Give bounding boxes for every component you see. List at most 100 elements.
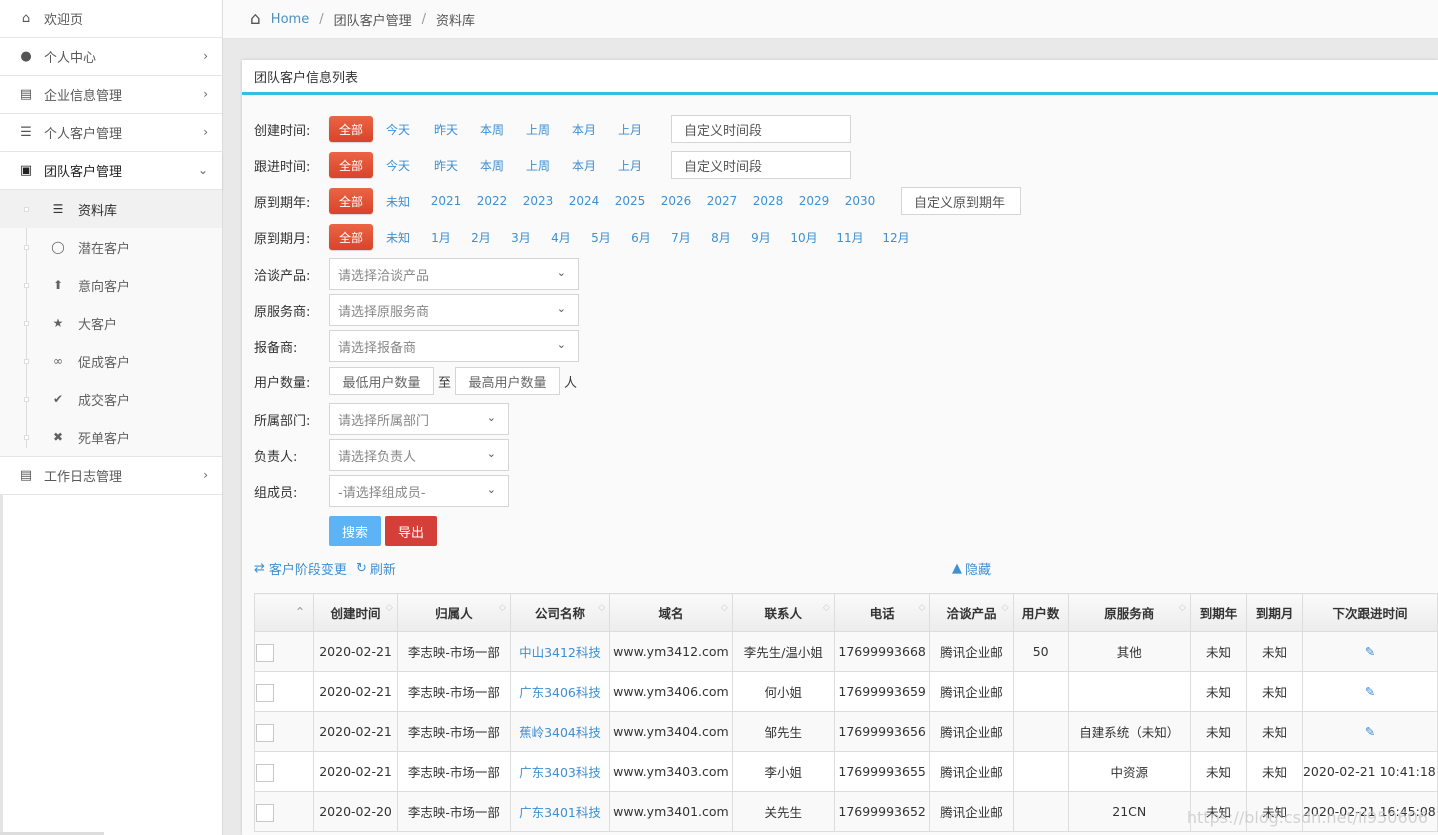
column-header[interactable]: 洽谈产品 ◇	[929, 593, 1014, 632]
export-button[interactable]: 导出	[385, 516, 437, 546]
filter-option[interactable]: 9月	[743, 229, 779, 246]
custom-date-range-input[interactable]: 自定义时间段	[671, 115, 851, 143]
cell-users	[1012, 671, 1069, 712]
filter-option[interactable]: 上月	[607, 121, 653, 138]
filter-option[interactable]: 10月	[779, 229, 829, 246]
filter-option[interactable]: 5月	[583, 229, 619, 246]
row-checkbox[interactable]	[256, 644, 275, 662]
sidebar-subitem-dead[interactable]: ✖ 死单客户	[0, 418, 222, 456]
filter-all-button[interactable]: 全部	[329, 188, 373, 214]
filter-option[interactable]: 本周	[469, 121, 515, 138]
filter-option[interactable]: 2022	[469, 194, 515, 208]
pencil-icon[interactable]: ✎	[1365, 644, 1375, 659]
sidebar-item-welcome[interactable]: ⌂ 欢迎页	[0, 0, 222, 38]
min-users-input[interactable]: 最低用户数量	[329, 367, 434, 395]
breadcrumb-level1[interactable]: 团队客户管理	[334, 10, 412, 29]
filter-option[interactable]: 4月	[539, 229, 583, 246]
column-header[interactable]: 公司名称 ◇	[509, 593, 611, 632]
sidebar-subitem-promote[interactable]: ∞ 促成客户	[0, 342, 222, 380]
member-select[interactable]: -请选择组成员- ⌄	[329, 475, 509, 507]
filter-option[interactable]: 2027	[699, 194, 745, 208]
product-select[interactable]: 请选择洽谈产品 ⌄	[329, 258, 579, 290]
sidebar-item-team-customers[interactable]: ▣ 团队客户管理 ⌄	[0, 152, 222, 190]
filter-option[interactable]: 未知	[373, 229, 423, 246]
sidebar-subitem-potential[interactable]: ◯ 潜在客户	[0, 228, 222, 266]
sidebar-subitem-database[interactable]: ☰ 资料库	[0, 190, 222, 228]
refresh-button[interactable]: ↻ 刷新	[356, 559, 396, 578]
company-link[interactable]: 蕉岭3404科技	[519, 725, 601, 740]
filter-option[interactable]: 12月	[871, 229, 921, 246]
owner-select[interactable]: 请选择负责人 ⌄	[329, 439, 509, 471]
column-header[interactable]: 到期月	[1246, 593, 1303, 632]
company-link[interactable]: 广东3403科技	[519, 765, 601, 780]
filter-option[interactable]: 2025	[607, 194, 653, 208]
stage-change-button[interactable]: ⇄ 客户阶段变更	[254, 559, 347, 578]
row-checkbox[interactable]	[256, 684, 275, 702]
filter-option[interactable]: 3月	[503, 229, 539, 246]
filter-option[interactable]: 2030	[837, 194, 883, 208]
pencil-icon[interactable]: ✎	[1365, 684, 1375, 699]
filter-all-button[interactable]: 全部	[329, 152, 373, 178]
cell-created: 2020-02-21	[313, 711, 398, 752]
company-link[interactable]: 广东3401科技	[519, 805, 601, 820]
row-checkbox[interactable]	[256, 804, 275, 822]
cell-product: 腾讯企业邮	[929, 631, 1014, 672]
sidebar-item-personal-center[interactable]: ● 个人中心 ›	[0, 38, 222, 76]
filter-option[interactable]: 2021	[423, 194, 469, 208]
sidebar-item-personal-customers[interactable]: ☰ 个人客户管理 ›	[0, 114, 222, 152]
filter-option[interactable]: 7月	[663, 229, 699, 246]
filter-option[interactable]: 昨天	[423, 121, 469, 138]
filter-option[interactable]: 2月	[459, 229, 503, 246]
column-header[interactable]: 域名 ◇	[609, 593, 733, 632]
filter-option[interactable]: 8月	[699, 229, 743, 246]
column-header[interactable]: 归属人 ◇	[396, 593, 511, 632]
select-all-header[interactable]: ⌃	[253, 593, 315, 632]
provider-select[interactable]: 请选择原服务商 ⌄	[329, 294, 579, 326]
filter-option[interactable]: 上周	[515, 157, 561, 174]
max-users-input[interactable]: 最高用户数量	[455, 367, 561, 395]
sidebar-subitem-big[interactable]: ★ 大客户	[0, 304, 222, 342]
column-header[interactable]: 创建时间 ◇	[313, 593, 398, 632]
pencil-icon[interactable]: ✎	[1365, 724, 1375, 739]
row-checkbox[interactable]	[256, 764, 275, 782]
filter-option[interactable]: 2028	[745, 194, 791, 208]
column-header[interactable]: 到期年	[1189, 593, 1248, 632]
filter-option[interactable]: 未知	[373, 193, 423, 210]
filter-option[interactable]: 2026	[653, 194, 699, 208]
filter-option[interactable]: 11月	[829, 229, 871, 246]
company-link[interactable]: 广东3406科技	[519, 685, 601, 700]
filter-option[interactable]: 2024	[561, 194, 607, 208]
filter-all-button[interactable]: 全部	[329, 116, 373, 142]
custom-date-range-input[interactable]: 自定义时间段	[671, 151, 851, 179]
filter-all-button[interactable]: 全部	[329, 224, 373, 250]
hide-filters-button[interactable]: ▲ 隐藏	[952, 559, 991, 578]
sidebar-subitem-deal[interactable]: ✔ 成交客户	[0, 380, 222, 418]
sidebar-item-label: 工作日志管理	[44, 470, 123, 485]
filter-option[interactable]: 上周	[515, 121, 561, 138]
reporter-select[interactable]: 请选择报备商 ⌄	[329, 330, 579, 362]
sidebar-item-work-log[interactable]: ▤ 工作日志管理 ›	[0, 457, 222, 495]
column-header[interactable]: 联系人 ◇	[731, 593, 835, 632]
filter-option[interactable]: 1月	[423, 229, 459, 246]
column-header[interactable]: 原服务商 ◇	[1067, 593, 1191, 632]
company-link[interactable]: 中山3412科技	[519, 645, 601, 660]
row-checkbox[interactable]	[256, 724, 275, 742]
sidebar-subitem-intent[interactable]: ⬆ 意向客户	[0, 266, 222, 304]
filter-option[interactable]: 昨天	[423, 157, 469, 174]
filter-option[interactable]: 本周	[469, 157, 515, 174]
cell-phone: 17699993659	[833, 671, 931, 712]
filter-option[interactable]: 6月	[619, 229, 663, 246]
breadcrumb-home-link[interactable]: Home	[271, 12, 309, 27]
filter-option[interactable]: 2029	[791, 194, 837, 208]
custom-expire-year-input[interactable]: 自定义原到期年	[901, 187, 1021, 215]
sidebar-item-enterprise-info[interactable]: ▤ 企业信息管理 ›	[0, 76, 222, 114]
filter-option[interactable]: 今天	[373, 157, 423, 174]
filter-option[interactable]: 2023	[515, 194, 561, 208]
filter-option[interactable]: 今天	[373, 121, 423, 138]
column-header[interactable]: 电话 ◇	[833, 593, 931, 632]
filter-option[interactable]: 上月	[607, 157, 653, 174]
search-button[interactable]: 搜索	[329, 516, 381, 546]
filter-option[interactable]: 本月	[561, 121, 607, 138]
filter-option[interactable]: 本月	[561, 157, 607, 174]
department-select[interactable]: 请选择所属部门 ⌄	[329, 403, 509, 435]
